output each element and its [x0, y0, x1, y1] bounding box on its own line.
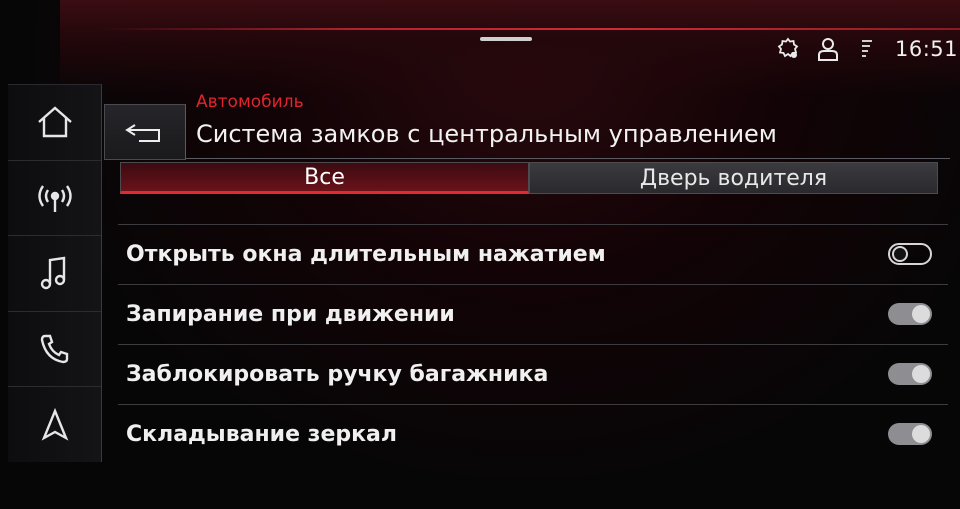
settings-list: Открыть окна длительным нажатием Запиран…	[118, 224, 948, 464]
setting-label: Заблокировать ручку багажника	[126, 362, 549, 387]
tab-driver-door[interactable]: Дверь водителя	[529, 162, 938, 194]
toggle-switch-on[interactable]	[888, 423, 932, 445]
sidebar-item-phone[interactable]	[8, 312, 101, 388]
setting-row-mirror-fold[interactable]: Складывание зеркал	[118, 404, 948, 464]
segment-tabs: Все Дверь водителя	[120, 162, 938, 194]
page-title: Система замков с центральным управлением	[196, 120, 777, 148]
toggle-switch-on[interactable]	[888, 363, 932, 385]
setting-row-open-windows[interactable]: Открыть окна длительным нажатием	[118, 224, 948, 284]
back-arrow-icon	[125, 124, 160, 142]
sidebar-item-navigation[interactable]	[8, 387, 101, 463]
gear-location-icon[interactable]	[775, 36, 801, 62]
setting-label: Открыть окна длительным нажатием	[126, 242, 606, 267]
sidebar-item-radio[interactable]	[8, 161, 101, 237]
tab-all[interactable]: Все	[120, 162, 529, 194]
clock: 16:51	[894, 37, 958, 61]
sidebar-item-home[interactable]	[8, 85, 101, 161]
toggle-knob	[912, 305, 930, 323]
pull-down-handle[interactable]	[480, 37, 532, 41]
user-profile-icon[interactable]	[815, 36, 841, 62]
sidebar	[8, 84, 102, 462]
toggle-knob	[892, 246, 908, 262]
home-icon	[37, 106, 72, 138]
breadcrumb[interactable]: Автомобиль	[196, 92, 304, 112]
setting-row-auto-lock[interactable]: Запирание при движении	[118, 284, 948, 344]
toggle-knob	[912, 365, 930, 383]
signal-strength-icon	[855, 36, 881, 62]
status-bar: 16:51	[775, 33, 960, 65]
music-note-icon	[40, 257, 65, 290]
navigation-icon	[41, 407, 68, 441]
toggle-switch-on[interactable]	[888, 303, 932, 325]
phone-icon	[40, 334, 68, 364]
setting-label: Запирание при движении	[126, 302, 455, 327]
toggle-knob	[912, 425, 930, 443]
header-divider	[186, 158, 950, 159]
toggle-switch-off[interactable]	[888, 243, 932, 265]
radio-icon	[37, 185, 72, 212]
top-accent-line	[100, 28, 960, 30]
back-button[interactable]	[104, 104, 186, 160]
setting-label: Складывание зеркал	[126, 422, 398, 447]
infotainment-screen: 16:51 Автомобиль Система замков с центра…	[0, 0, 960, 509]
sidebar-item-music[interactable]	[8, 236, 101, 312]
setting-row-trunk-handle[interactable]: Заблокировать ручку багажника	[118, 344, 948, 404]
